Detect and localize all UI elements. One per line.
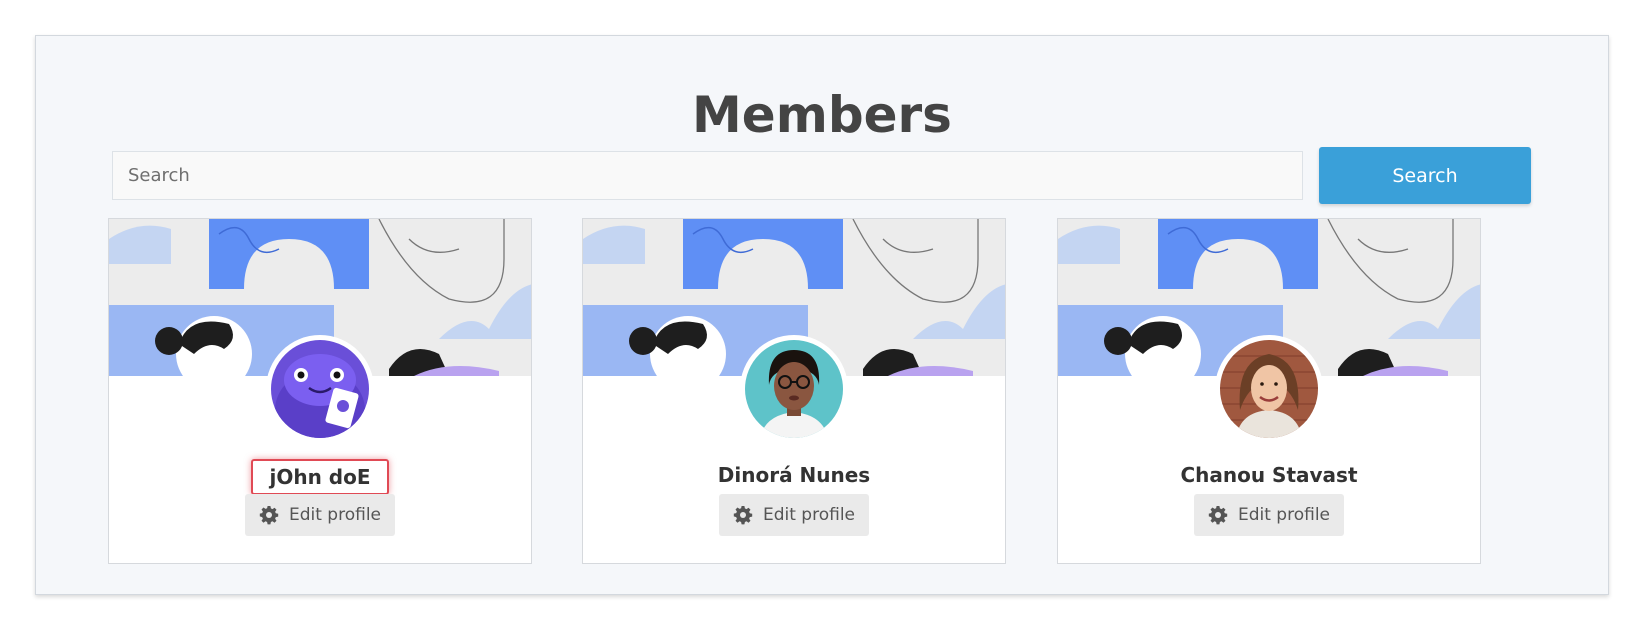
- woman-glasses-avatar-icon: [745, 340, 843, 438]
- edit-profile-label: Edit profile: [1237, 505, 1331, 525]
- avatar[interactable]: [266, 335, 374, 443]
- member-name-text[interactable]: Chanou Stavast: [1164, 459, 1373, 491]
- member-name: Chanou Stavast: [1058, 459, 1480, 491]
- member-card: Chanou Stavast Edit profile: [1057, 218, 1481, 564]
- page-title: Members: [692, 86, 952, 144]
- edit-profile-label: Edit profile: [762, 505, 856, 525]
- member-card: Dinorá Nunes Edit profile: [582, 218, 1006, 564]
- member-name: jOhn doE: [109, 459, 531, 495]
- avatar[interactable]: [740, 335, 848, 443]
- member-card: jOhn doE Edit profile: [108, 218, 532, 564]
- member-name-text[interactable]: jOhn doE: [251, 459, 389, 495]
- edit-profile-label: Edit profile: [288, 505, 382, 525]
- member-name: Dinorá Nunes: [583, 459, 1005, 491]
- edit-profile-button[interactable]: Edit profile: [245, 494, 395, 536]
- woman-smiling-avatar-icon: [1220, 340, 1318, 438]
- member-name-text[interactable]: Dinorá Nunes: [702, 459, 886, 491]
- edit-profile-button[interactable]: Edit profile: [1194, 494, 1344, 536]
- edit-profile-button[interactable]: Edit profile: [719, 494, 869, 536]
- gear-icon: [259, 506, 279, 525]
- monster-avatar-icon: [271, 340, 369, 438]
- gear-icon: [733, 506, 753, 525]
- members-panel: Members Search Search jOhn doE Edit prof…: [35, 35, 1609, 595]
- search-input[interactable]: [112, 151, 1303, 200]
- gear-icon: [1208, 506, 1228, 525]
- avatar[interactable]: [1215, 335, 1323, 443]
- search-button[interactable]: Search: [1319, 147, 1531, 204]
